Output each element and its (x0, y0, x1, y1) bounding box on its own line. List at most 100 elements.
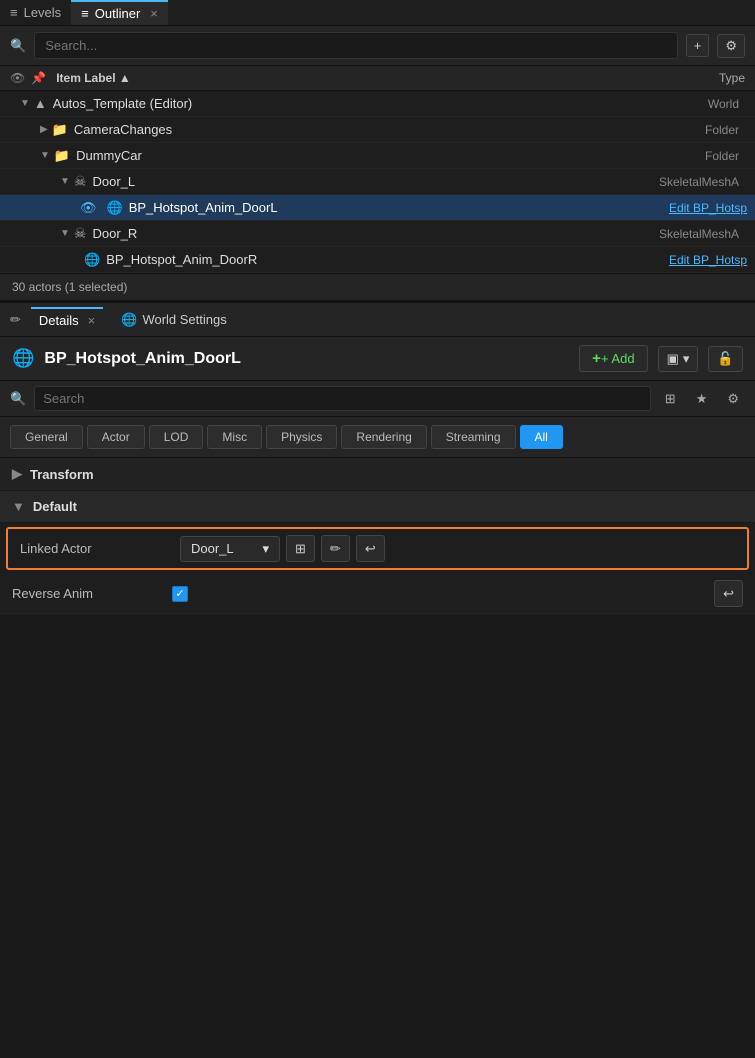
lock-button[interactable]: 🔓 (708, 346, 743, 372)
details-header: ✏ Details × 🌐 World Settings (0, 303, 755, 337)
row-label: BP_Hotspot_Anim_DoorR (106, 252, 669, 267)
details-search-input[interactable] (34, 386, 651, 411)
outliner-toolbar: + ⚙ (686, 34, 745, 58)
details-tab-close[interactable]: × (88, 313, 96, 328)
tab-levels-label: Levels (24, 5, 62, 20)
edit-actor-button[interactable]: ✏ (321, 535, 350, 562)
tab-outliner-close[interactable]: × (150, 6, 158, 21)
pin-col-icon: 📌 (31, 71, 46, 85)
edit-pencil-icon: ✏ (330, 541, 341, 556)
row-label: Door_R (92, 226, 658, 241)
row-icon: ▲ (34, 96, 47, 111)
details-panel: ✏ Details × 🌐 World Settings 🌐 BP_Hotspo… (0, 300, 755, 614)
world-settings-label: World Settings (142, 312, 226, 327)
filter-tabs-bar: General Actor LOD Misc Physics Rendering… (0, 417, 755, 458)
expand-arrow-icon: ▼ (40, 150, 50, 161)
row-label: CameraChanges (74, 122, 705, 137)
tab-details[interactable]: Details × (31, 307, 103, 332)
add-label: + Add (601, 351, 635, 366)
tree-row[interactable]: 👁 🌐 BP_Hotspot_Anim_DoorL Edit BP_Hotsp (0, 195, 755, 221)
linked-actor-dropdown[interactable]: Door_L ▾ (180, 536, 280, 562)
edit-link[interactable]: Edit BP_Hotsp (669, 201, 747, 215)
filter-tab-actor[interactable]: Actor (87, 425, 145, 449)
item-label-col: Item Label ▲ (56, 71, 719, 85)
reset-reverse-anim-button[interactable]: ↩ (714, 580, 743, 607)
details-tab-label: Details (39, 313, 79, 328)
tree-row[interactable]: ▼ ☠ Door_L SkeletalMeshA (0, 169, 755, 195)
tree-row[interactable]: ▶ 📁 CameraChanges Folder (0, 117, 755, 143)
reverse-anim-label: Reverse Anim (12, 586, 172, 601)
transform-section-header[interactable]: ▶ Transform (0, 458, 755, 491)
dropdown-chevron-icon: ▾ (262, 541, 269, 557)
tree-row[interactable]: ▼ ☠ Door_R SkeletalMeshA (0, 221, 755, 247)
tab-outliner[interactable]: ≡ Outliner × (71, 0, 168, 25)
add-component-button[interactable]: + + Add (579, 345, 647, 372)
tree-row[interactable]: ▼ 📁 DummyCar Folder (0, 143, 755, 169)
row-type: SkeletalMeshA (659, 227, 739, 241)
add-plus-icon: + (592, 350, 601, 367)
blueprint-dropdown-icon: ▾ (683, 351, 690, 367)
filter-tab-rendering[interactable]: Rendering (341, 425, 426, 449)
row-type: Folder (705, 123, 739, 137)
settings-icon-btn[interactable]: ⚙ (717, 34, 745, 58)
reset-linked-actor-button[interactable]: ↩ (356, 535, 385, 562)
reverse-anim-row: Reverse Anim ✓ ↩ (0, 574, 755, 614)
reverse-anim-value: ✓ ↩ (172, 580, 743, 607)
expand-arrow-icon: ▶ (40, 124, 48, 135)
favorites-icon[interactable]: ★ (690, 389, 714, 409)
world-icon: 🌐 (121, 312, 137, 328)
add-icon-btn[interactable]: + (686, 34, 710, 57)
row-type: Folder (705, 149, 739, 163)
actor-count-label: 30 actors (1 selected) (12, 280, 127, 294)
transform-section-label: Transform (30, 467, 94, 482)
row-label: DummyCar (76, 148, 705, 163)
panel-tabs: ≡ Levels ≡ Outliner × (0, 0, 755, 26)
filter-tab-physics[interactable]: Physics (266, 425, 337, 449)
details-settings-icon[interactable]: ⚙ (721, 389, 745, 409)
blueprint-icon: ▣ (667, 351, 679, 367)
bp-icon: 🌐 (107, 200, 123, 216)
reset-icon: ↩ (365, 541, 376, 556)
reset-icon: ↩ (723, 586, 734, 601)
filter-tab-streaming[interactable]: Streaming (431, 425, 516, 449)
edit-link[interactable]: Edit BP_Hotsp (669, 253, 747, 267)
outliner-icon: ≡ (81, 6, 89, 21)
filter-tab-misc[interactable]: Misc (207, 425, 262, 449)
filter-tab-general[interactable]: General (10, 425, 83, 449)
default-section-header[interactable]: ▼ Default (0, 491, 755, 523)
target-icon: ⊞ (295, 541, 306, 556)
type-col: Type (719, 71, 745, 85)
default-expand-icon: ▼ (12, 499, 25, 514)
filter-tab-all[interactable]: All (520, 425, 563, 449)
status-bar: 30 actors (1 selected) (0, 273, 755, 300)
checkmark-icon: ✓ (175, 587, 184, 600)
details-pencil-icon: ✏ (10, 312, 21, 328)
row-type: SkeletalMeshA (659, 175, 739, 189)
outliner-tree: ▼ ▲ Autos_Template (Editor) World ▶ 📁 Ca… (0, 91, 755, 273)
filter-tab-lod[interactable]: LOD (149, 425, 204, 449)
row-label: Autos_Template (Editor) (53, 96, 708, 111)
linked-actor-label: Linked Actor (20, 541, 180, 556)
outliner-search-input[interactable] (34, 32, 678, 59)
actor-name: BP_Hotspot_Anim_DoorL (44, 350, 569, 368)
skeletal-icon: ☠ (74, 225, 87, 242)
linked-actor-value-text: Door_L (191, 541, 234, 556)
reverse-anim-checkbox[interactable]: ✓ (172, 586, 188, 602)
tree-row[interactable]: 🌐 BP_Hotspot_Anim_DoorR Edit BP_Hotsp (0, 247, 755, 273)
tab-world-settings[interactable]: 🌐 World Settings (113, 308, 234, 332)
search-icon: 🔍 (10, 38, 26, 54)
target-actor-button[interactable]: ⊞ (286, 535, 315, 562)
details-search-bar: 🔍 ⊞ ★ ⚙ (0, 381, 755, 417)
expand-arrow-icon: ▼ (60, 228, 70, 239)
grid-view-icon[interactable]: ⊞ (659, 389, 682, 409)
expand-arrow-icon: ▼ (20, 98, 30, 109)
tree-row[interactable]: ▼ ▲ Autos_Template (Editor) World (0, 91, 755, 117)
transform-expand-icon: ▶ (12, 466, 22, 482)
linked-actor-row: Linked Actor Door_L ▾ ⊞ ✏ ↩ (6, 527, 749, 570)
tab-levels[interactable]: ≡ Levels (0, 0, 71, 25)
row-type: World (708, 97, 739, 111)
lock-icon: 🔓 (717, 351, 734, 366)
default-section-label: Default (33, 499, 77, 514)
row-label: BP_Hotspot_Anim_DoorL (129, 200, 669, 215)
blueprint-button[interactable]: ▣ ▾ (658, 346, 699, 372)
